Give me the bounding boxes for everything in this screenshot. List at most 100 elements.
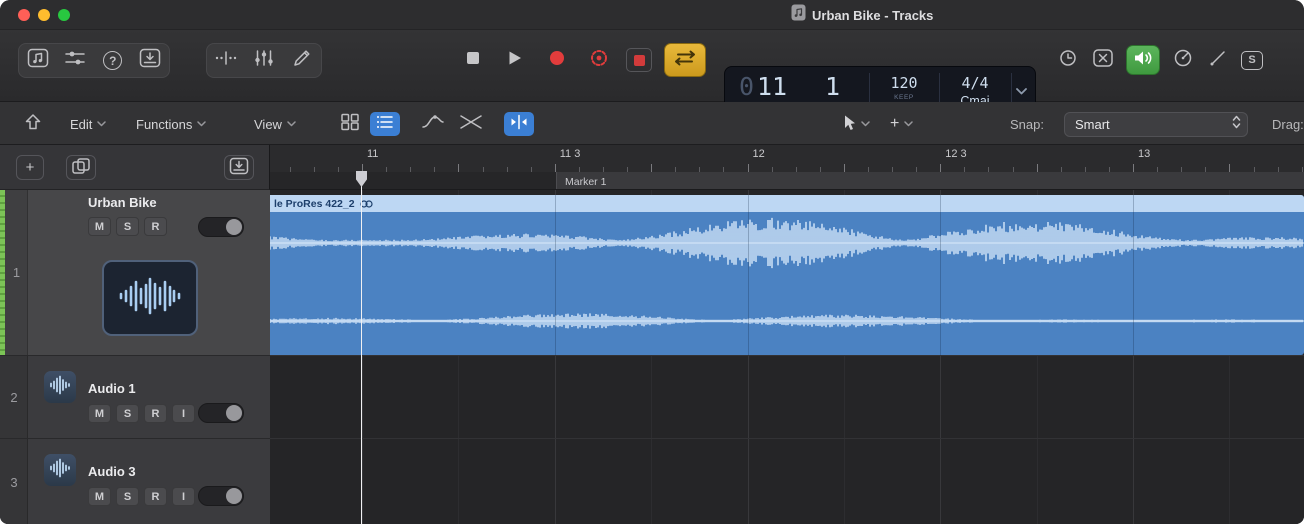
- track-name[interactable]: Urban Bike: [88, 195, 157, 210]
- minimize-button[interactable]: [38, 9, 50, 21]
- inspector-button[interactable]: [59, 46, 91, 76]
- metronome-gauge-button[interactable]: [1171, 48, 1195, 73]
- marker-block[interactable]: Marker 1: [556, 172, 1304, 189]
- library-button[interactable]: [22, 46, 54, 76]
- region-header[interactable]: le ProRes 422_2: [270, 195, 1304, 212]
- zoom-button[interactable]: [58, 9, 70, 21]
- track-number: 3: [0, 475, 28, 490]
- track-row-3[interactable]: 3 Audio 3 M S R I: [0, 439, 270, 524]
- snap-select[interactable]: Smart: [1064, 112, 1248, 137]
- add-track-button[interactable]: +: [16, 155, 44, 180]
- monitoring-button[interactable]: [1126, 45, 1160, 75]
- capture-record-button[interactable]: [584, 49, 614, 72]
- ruler-label: 12: [753, 148, 765, 160]
- flex-icon: [509, 114, 529, 135]
- solo-mode-button[interactable]: S: [1241, 51, 1263, 70]
- tools-button[interactable]: [1206, 48, 1230, 73]
- ruler-label: 12 3: [945, 148, 966, 160]
- region-bar-line: [1133, 195, 1134, 355]
- grid-icon: [340, 113, 360, 136]
- flex-button[interactable]: [504, 112, 534, 136]
- speaker-icon: [1133, 50, 1153, 71]
- cycle-button[interactable]: [664, 43, 706, 77]
- mute-button[interactable]: M: [88, 217, 111, 236]
- track-number: 2: [0, 390, 28, 405]
- track-waveform-thumbnail[interactable]: [102, 260, 198, 336]
- tracks-menubar: Edit Functions View + Snap: Smart Drag:: [0, 102, 1304, 145]
- ruler-tick: [362, 164, 363, 172]
- waveform-icon: [49, 374, 71, 401]
- region-bar-line: [940, 195, 941, 355]
- audio-region[interactable]: le ProRes 422_2: [270, 195, 1304, 355]
- track-name[interactable]: Audio 1: [88, 381, 136, 396]
- close-button[interactable]: [18, 9, 30, 21]
- ruler-tick: [748, 164, 749, 172]
- region-waveform: [270, 212, 1304, 355]
- tracks-area[interactable]: le ProRes 422_2: [270, 190, 1304, 524]
- document-icon: [791, 4, 806, 26]
- region-name: le ProRes 422_2: [274, 198, 355, 210]
- list-view-button[interactable]: [370, 112, 400, 136]
- functions-menu[interactable]: Functions: [136, 114, 206, 134]
- tray-arrow-icon: [229, 157, 249, 179]
- view-menu-label: View: [254, 117, 282, 132]
- up-arrow-button[interactable]: [20, 112, 46, 136]
- music-note-box-icon: [27, 48, 49, 73]
- playhead-line[interactable]: [361, 174, 362, 524]
- cursor-arrow-icon: [842, 114, 856, 135]
- quick-help-button[interactable]: ?: [97, 46, 129, 76]
- record-enable-button[interactable]: R: [144, 217, 167, 236]
- pointer-tool-menu[interactable]: [842, 114, 870, 134]
- toggle-knob: [226, 488, 242, 504]
- tuner-button[interactable]: [210, 46, 242, 76]
- solo-button[interactable]: S: [116, 404, 139, 423]
- track-on-toggle[interactable]: [198, 403, 244, 423]
- input-monitor-button[interactable]: I: [172, 404, 195, 423]
- transport-controls: [458, 42, 706, 78]
- solo-button[interactable]: S: [116, 217, 139, 236]
- duplicate-track-button[interactable]: [66, 155, 96, 180]
- editors-button[interactable]: [286, 46, 318, 76]
- title-area: Urban Bike - Tracks: [791, 0, 933, 30]
- track-row-2[interactable]: 2 Audio 1 M S R I: [0, 356, 270, 438]
- track-name[interactable]: Audio 3: [88, 464, 136, 479]
- track-on-toggle[interactable]: [198, 486, 244, 506]
- stop-button[interactable]: [458, 51, 488, 70]
- record-enable-button[interactable]: R: [144, 404, 167, 423]
- track-controls: M S R: [88, 217, 167, 236]
- duplicate-icon: [71, 157, 91, 179]
- tap-tempo-button[interactable]: [1056, 48, 1080, 73]
- automation-button[interactable]: [418, 112, 448, 136]
- snap-value: Smart: [1065, 117, 1232, 132]
- mute-button[interactable]: M: [88, 487, 111, 506]
- toolbar-toggle-button[interactable]: [134, 46, 166, 76]
- ruler[interactable]: 1111 31212 313: [270, 145, 1304, 172]
- track-lane-divider: [270, 355, 1304, 356]
- lcd-tempo-value: 120: [869, 74, 939, 92]
- view-menu[interactable]: View: [254, 114, 296, 134]
- track-row-1[interactable]: 1 Urban Bike M S R: [0, 190, 270, 355]
- audio-track-icon: [44, 454, 76, 486]
- smart-controls-button[interactable]: [248, 46, 280, 76]
- track-header-options-button[interactable]: [224, 155, 254, 180]
- track-on-toggle[interactable]: [198, 217, 244, 237]
- punch-button[interactable]: [1091, 48, 1115, 73]
- play-button[interactable]: [500, 50, 530, 71]
- edit-menu[interactable]: Edit: [70, 114, 106, 134]
- mute-button[interactable]: M: [88, 404, 111, 423]
- waveform-icon: [117, 275, 183, 322]
- solo-button[interactable]: S: [116, 487, 139, 506]
- play-icon: [507, 50, 523, 71]
- track-controls: M S R I: [88, 487, 195, 506]
- grid-view-button[interactable]: [336, 112, 364, 136]
- secondary-tool-menu[interactable]: +: [890, 114, 913, 134]
- record-button[interactable]: [542, 50, 572, 71]
- lcd-beat-value: 1: [825, 72, 840, 101]
- crossfade-button[interactable]: [456, 112, 486, 136]
- ruler-tick: [940, 164, 941, 172]
- replace-record-button[interactable]: [626, 48, 652, 72]
- input-monitor-button[interactable]: I: [172, 487, 195, 506]
- marker-lane[interactable]: Marker 1: [270, 172, 1304, 190]
- ruler-label: 13: [1138, 148, 1150, 160]
- record-enable-button[interactable]: R: [144, 487, 167, 506]
